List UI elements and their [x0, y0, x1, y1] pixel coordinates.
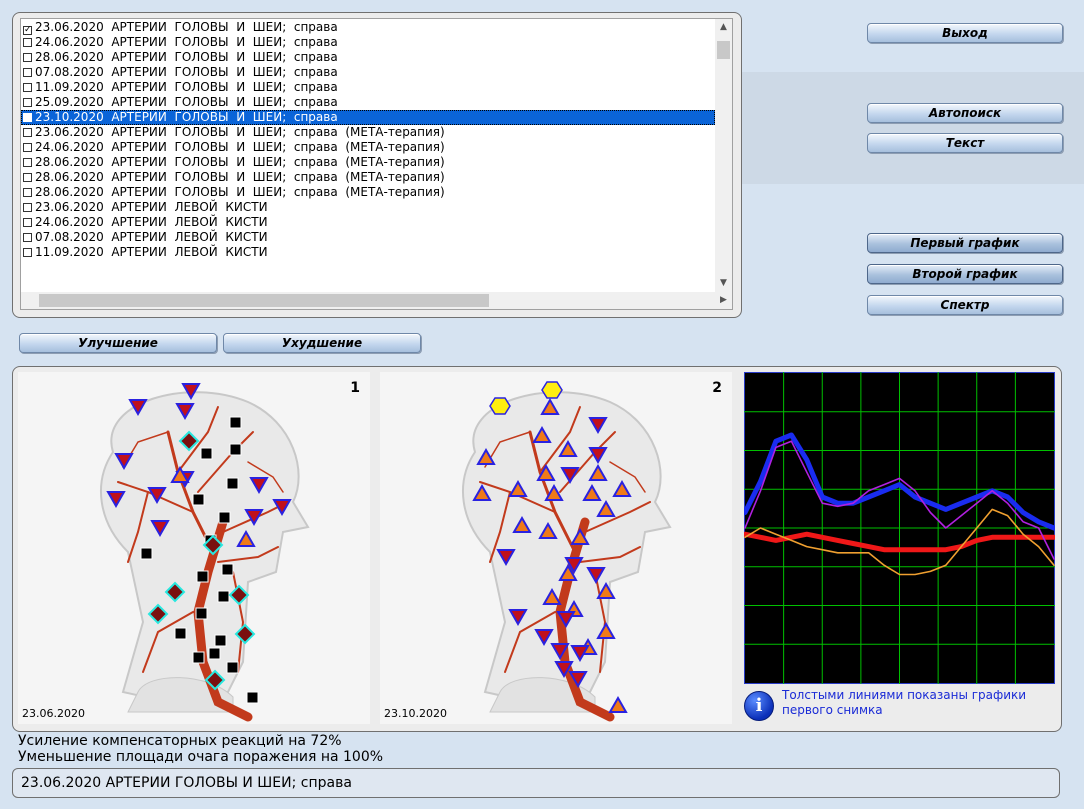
record-checkbox[interactable] — [23, 233, 32, 242]
record-checkbox[interactable] — [23, 68, 32, 77]
spectrum-button[interactable]: Спектр — [867, 295, 1063, 315]
record-checkbox[interactable] — [23, 98, 32, 107]
record-checkbox[interactable] — [23, 143, 32, 152]
list-item[interactable]: ✓ 23.06.2020 АРТЕРИИ ГОЛОВЫ И ШЕИ; справа — [21, 20, 715, 35]
vertical-scrollbar[interactable]: ▲ ▼ — [715, 19, 732, 292]
record-label: 23.06.2020 АРТЕРИИ ЛЕВОЙ КИСТИ — [35, 200, 268, 214]
chart-info: i Толстыми линиями показаны графики перв… — [744, 688, 1055, 724]
record-checkbox[interactable] — [23, 113, 32, 122]
records-rows: ✓ 23.06.2020 АРТЕРИИ ГОЛОВЫ И ШЕИ; справа… — [21, 20, 715, 260]
record-label: 07.08.2020 АРТЕРИИ ГОЛОВЫ И ШЕИ; справа — [35, 65, 338, 79]
second-graph-button[interactable]: Второй график — [867, 264, 1063, 284]
scroll-right-icon[interactable]: ▶ — [715, 292, 732, 309]
record-label: 25.09.2020 АРТЕРИИ ГОЛОВЫ И ШЕИ; справа — [35, 95, 338, 109]
record-checkbox[interactable] — [23, 173, 32, 182]
info-text: Толстыми линиями показаны графики первог… — [782, 688, 1027, 717]
list-item[interactable]: 23.06.2020 АРТЕРИИ ГОЛОВЫ И ШЕИ; справа … — [21, 125, 715, 140]
record-checkbox[interactable]: ✓ — [23, 26, 32, 35]
record-checkbox[interactable] — [23, 83, 32, 92]
list-item[interactable]: 11.09.2020 АРТЕРИИ ЛЕВОЙ КИСТИ — [21, 245, 715, 260]
list-item[interactable]: 24.06.2020 АРТЕРИИ ГОЛОВЫ И ШЕИ; справа … — [21, 140, 715, 155]
list-item[interactable]: 11.09.2020 АРТЕРИИ ГОЛОВЫ И ШЕИ; справа — [21, 80, 715, 95]
record-label: 11.09.2020 АРТЕРИИ ЛЕВОЙ КИСТИ — [35, 245, 268, 259]
list-item[interactable]: 28.06.2020 АРТЕРИИ ГОЛОВЫ И ШЕИ; справа … — [21, 185, 715, 200]
chart-svg — [742, 371, 1057, 685]
record-label: 28.06.2020 АРТЕРИИ ГОЛОВЫ И ШЕИ; справа … — [35, 155, 445, 169]
record-checkbox[interactable] — [23, 53, 32, 62]
record-checkbox[interactable] — [23, 128, 32, 137]
list-item[interactable]: 28.06.2020 АРТЕРИИ ГОЛОВЫ И ШЕИ; справа … — [21, 155, 715, 170]
exit-button[interactable]: Выход — [867, 23, 1063, 43]
stat-compensatory: Усиление компенсаторных реакций на 72% — [18, 733, 342, 749]
record-checkbox[interactable] — [23, 38, 32, 47]
record-label: 07.08.2020 АРТЕРИИ ЛЕВОЙ КИСТИ — [35, 230, 268, 244]
list-item[interactable]: 25.09.2020 АРТЕРИИ ГОЛОВЫ И ШЕИ; справа — [21, 95, 715, 110]
record-checkbox[interactable] — [23, 203, 32, 212]
autosearch-button[interactable]: Автопоиск — [867, 103, 1063, 123]
list-item[interactable]: 07.08.2020 АРТЕРИИ ГОЛОВЫ И ШЕИ; справа — [21, 65, 715, 80]
scan-image-2: 2 23.10.2020 — [380, 372, 732, 724]
record-label: 23.06.2020 АРТЕРИИ ГОЛОВЫ И ШЕИ; справа — [35, 20, 338, 34]
list-item[interactable]: 28.06.2020 АРТЕРИИ ГОЛОВЫ И ШЕИ; справа … — [21, 170, 715, 185]
records-listbox[interactable]: ✓ 23.06.2020 АРТЕРИИ ГОЛОВЫ И ШЕИ; справа… — [20, 18, 733, 310]
scroll-up-icon[interactable]: ▲ — [715, 19, 732, 36]
record-label: 23.06.2020 АРТЕРИИ ГОЛОВЫ И ШЕИ; справа … — [35, 125, 445, 139]
list-item[interactable]: 23.10.2020 АРТЕРИИ ГОЛОВЫ И ШЕИ; справа — [21, 110, 715, 125]
record-label: 28.06.2020 АРТЕРИИ ГОЛОВЫ И ШЕИ; справа … — [35, 170, 445, 184]
stat-lesion-area: Уменьшение площади очага поражения на 10… — [18, 749, 384, 765]
head-vessels-illustration-1 — [100, 383, 310, 722]
list-item[interactable]: 28.06.2020 АРТЕРИИ ГОЛОВЫ И ШЕИ; справа — [21, 50, 715, 65]
vertical-scroll-thumb[interactable] — [717, 41, 730, 59]
list-item[interactable]: 24.06.2020 АРТЕРИИ ЛЕВОЙ КИСТИ — [21, 215, 715, 230]
first-graph-button[interactable]: Первый график — [867, 233, 1063, 253]
head-vessels-illustration-2 — [462, 381, 672, 722]
image-number-1: 1 — [350, 380, 360, 396]
record-label: 28.06.2020 АРТЕРИИ ГОЛОВЫ И ШЕИ; справа … — [35, 185, 445, 199]
image-date-2: 23.10.2020 — [384, 707, 447, 720]
improvement-button[interactable]: Улучшение — [19, 333, 217, 353]
record-checkbox[interactable] — [23, 188, 32, 197]
image-number-2: 2 — [712, 380, 722, 396]
record-label: 24.06.2020 АРТЕРИИ ГОЛОВЫ И ШЕИ; справа — [35, 35, 338, 49]
scroll-down-icon[interactable]: ▼ — [715, 275, 732, 292]
comparison-chart — [742, 371, 1057, 685]
scan-image-1: 1 23.06.2020 — [18, 372, 370, 724]
selected-record-field[interactable]: 23.06.2020 АРТЕРИИ ГОЛОВЫ И ШЕИ; справа — [12, 768, 1060, 798]
text-button[interactable]: Текст — [867, 133, 1063, 153]
record-label: 23.10.2020 АРТЕРИИ ГОЛОВЫ И ШЕИ; справа — [35, 110, 338, 124]
record-checkbox[interactable] — [23, 158, 32, 167]
list-item[interactable]: 07.08.2020 АРТЕРИИ ЛЕВОЙ КИСТИ — [21, 230, 715, 245]
horizontal-scroll-thumb[interactable] — [39, 294, 489, 307]
record-label: 24.06.2020 АРТЕРИИ ЛЕВОЙ КИСТИ — [35, 215, 268, 229]
info-icon: i — [744, 691, 774, 721]
record-label: 11.09.2020 АРТЕРИИ ГОЛОВЫ И ШЕИ; справа — [35, 80, 338, 94]
deterioration-button[interactable]: Ухудшение — [223, 333, 421, 353]
record-label: 28.06.2020 АРТЕРИИ ГОЛОВЫ И ШЕИ; справа — [35, 50, 338, 64]
record-label: 24.06.2020 АРТЕРИИ ГОЛОВЫ И ШЕИ; справа … — [35, 140, 445, 154]
image-date-1: 23.06.2020 — [22, 707, 85, 720]
record-checkbox[interactable] — [23, 218, 32, 227]
button-band — [742, 72, 1084, 184]
record-checkbox[interactable] — [23, 248, 32, 257]
horizontal-scrollbar[interactable]: ▶ — [21, 292, 732, 309]
list-item[interactable]: 24.06.2020 АРТЕРИИ ГОЛОВЫ И ШЕИ; справа — [21, 35, 715, 50]
list-item[interactable]: 23.06.2020 АРТЕРИИ ЛЕВОЙ КИСТИ — [21, 200, 715, 215]
